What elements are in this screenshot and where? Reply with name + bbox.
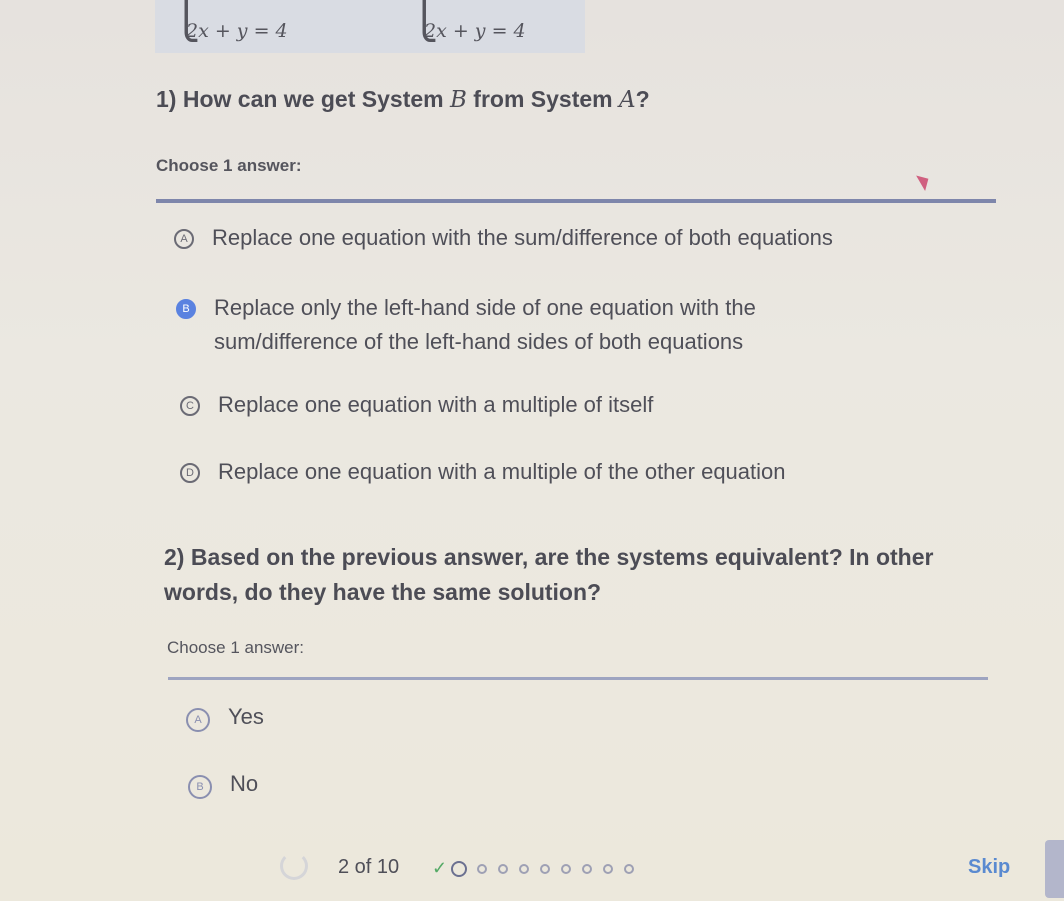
option-text: Replace one equation with a multiple of … <box>218 459 786 484</box>
progress-dot[interactable] <box>603 863 614 874</box>
system-b-equation: ⎩ 2x + y = 4 <box>410 0 526 42</box>
check-answer-button[interactable] <box>1045 840 1064 898</box>
question-2-title: 2) Based on the previous answer, are the… <box>164 544 934 605</box>
q1-option-c[interactable]: C Replace one equation with a multiple o… <box>180 392 653 422</box>
progress-dots: ✓ <box>432 858 645 879</box>
choose-label-2: Choose 1 answer: <box>167 638 305 657</box>
brace-icon: ⎩ <box>410 0 439 42</box>
progress-dot[interactable] <box>624 863 635 874</box>
progress-dot[interactable] <box>498 863 509 874</box>
option-text: Replace one equation with a multiple of … <box>218 392 654 417</box>
question-1-title: 1) How can we get System B from System A… <box>156 86 650 113</box>
skip-button[interactable]: Skip <box>968 856 1010 879</box>
brace-icon: ⎩ <box>172 0 201 42</box>
mouse-cursor-icon <box>916 170 933 192</box>
option-letter-circle[interactable]: D <box>180 463 200 483</box>
q1-option-b[interactable]: B Replace only the left-hand side of one… <box>176 295 896 359</box>
progress-dot[interactable] <box>561 863 572 874</box>
q1-option-a[interactable]: A Replace one equation with the sum/diff… <box>174 225 833 255</box>
q2-option-b[interactable]: B No <box>188 771 258 801</box>
option-letter-circle[interactable]: C <box>180 396 200 416</box>
option-text: Yes <box>228 704 264 729</box>
progress-dot[interactable] <box>582 863 593 874</box>
progress-dot[interactable] <box>519 863 530 874</box>
q2-option-a[interactable]: A Yes <box>186 704 264 734</box>
divider <box>168 677 988 680</box>
progress-text: 2 of 10 <box>338 856 400 878</box>
progress-dot[interactable] <box>540 863 551 874</box>
option-text: Replace only the left-hand side of one e… <box>214 295 756 354</box>
option-letter-circle[interactable]: B <box>188 775 212 799</box>
option-letter-circle-selected[interactable]: B <box>176 299 196 319</box>
progress-dot[interactable] <box>477 863 488 874</box>
check-icon[interactable]: ✓ <box>432 858 447 879</box>
option-text: Replace one equation with the sum/differ… <box>212 225 833 250</box>
loading-spinner-icon <box>280 852 308 880</box>
divider <box>156 199 996 203</box>
option-text: No <box>230 771 259 796</box>
q1-option-d[interactable]: D Replace one equation with a multiple o… <box>180 459 786 489</box>
option-letter-circle[interactable]: A <box>174 229 194 249</box>
system-a-equation: ⎩ 2x + y = 4 <box>172 0 288 42</box>
progress-dot-current[interactable] <box>451 860 468 877</box>
option-letter-circle[interactable]: A <box>186 708 210 732</box>
choose-label-1: Choose 1 answer: <box>156 156 302 175</box>
